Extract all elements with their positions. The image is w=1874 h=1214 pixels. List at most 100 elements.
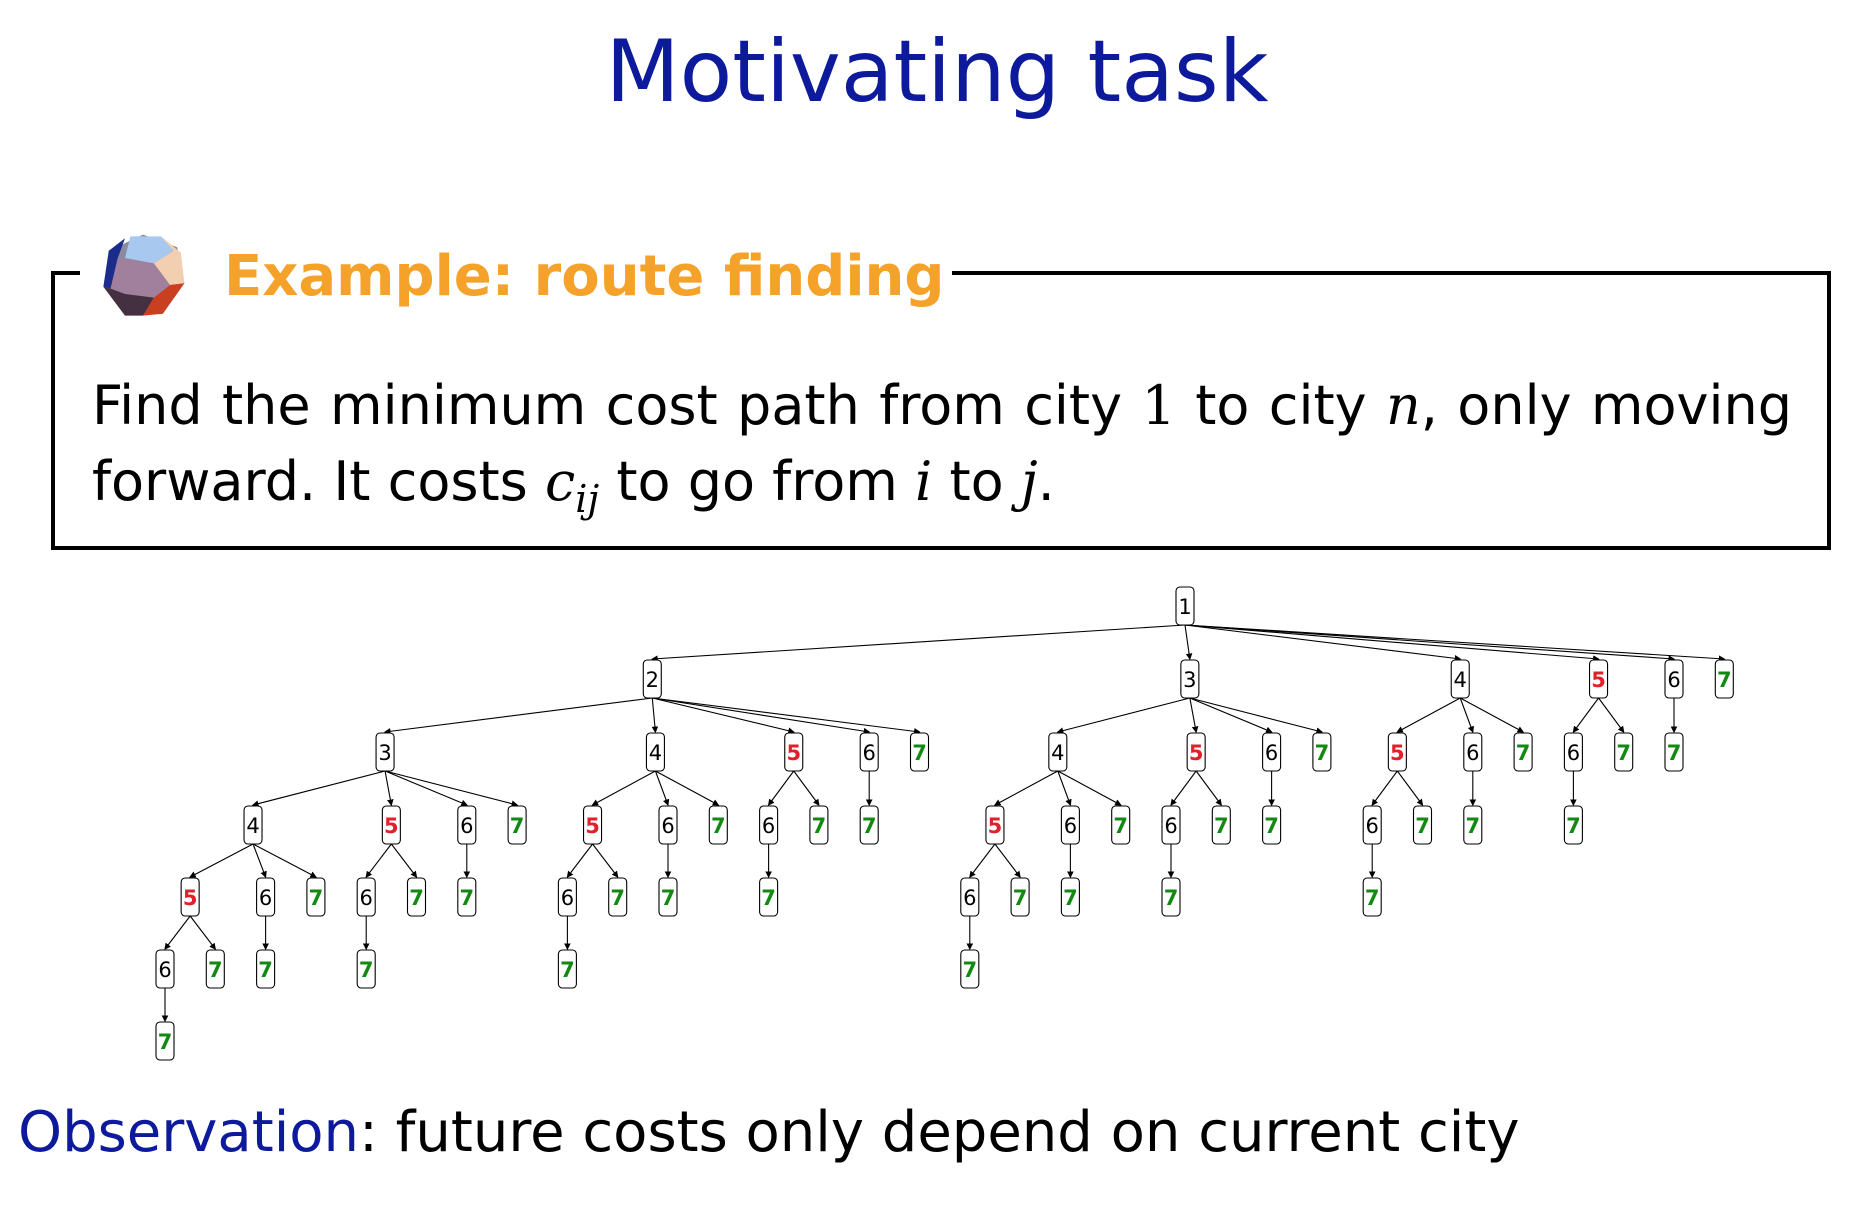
tree-node-label: 4: [1051, 741, 1064, 765]
tree-node-label: 6: [1667, 668, 1680, 692]
tree-node-label: 6: [158, 958, 171, 982]
tree-node-7: 7: [155, 1021, 175, 1061]
tree-node-7: 7: [507, 805, 527, 845]
tree-edge: [252, 843, 267, 879]
text-segment: Find the minimum cost path from city: [92, 374, 1142, 437]
tree-node-label: 7: [1113, 814, 1128, 838]
tree-node-7: 7: [457, 877, 477, 917]
tree-node-label: 7: [1415, 814, 1430, 838]
tree-node-7: 7: [960, 949, 980, 989]
tree-edge: [652, 697, 871, 735]
tree-node-6: 6: [256, 877, 276, 917]
tree-node-label: 7: [1214, 814, 1229, 838]
tree-node-label: 4: [649, 741, 662, 765]
tree-node-label: 7: [258, 958, 273, 982]
math-i: i: [915, 450, 933, 513]
tree-node-label: 7: [459, 886, 474, 910]
tree-node-label: 6: [1366, 814, 1379, 838]
tree-node-label: 7: [812, 814, 827, 838]
tree-node-7: 7: [1412, 805, 1433, 845]
tree-edge: [189, 915, 216, 950]
tree-edge: [1598, 697, 1625, 733]
tree-edge: [651, 624, 1186, 662]
tree-node-label: 5: [1591, 668, 1606, 692]
tree-node-label: 7: [1717, 668, 1732, 692]
tree-edge: [1572, 697, 1599, 733]
tree-edge: [793, 770, 820, 806]
tree-node-label: 5: [384, 814, 399, 838]
tree-node-label: 7: [962, 958, 977, 982]
tree-node-6: 6: [1463, 732, 1483, 772]
tree-node-label: 5: [1390, 741, 1405, 765]
tree-edge: [1184, 624, 1600, 662]
tree-node-label: 6: [963, 886, 976, 910]
tree-edge: [1396, 697, 1461, 733]
tree-edge: [1057, 770, 1122, 806]
tree-node-6: 6: [1362, 805, 1382, 845]
tree-edge: [591, 770, 656, 806]
tree-node-7: 7: [1161, 877, 1181, 917]
tree-node-7: 7: [809, 805, 829, 845]
tree-node-7: 7: [1111, 805, 1131, 845]
tree-node-4: 4: [1450, 659, 1470, 699]
tree-node-label: 6: [762, 814, 775, 838]
tree-node-label: 2: [646, 668, 659, 692]
tree-node-label: 7: [1264, 814, 1279, 838]
tree-node-6: 6: [1161, 805, 1181, 845]
tree-node-4: 4: [243, 805, 263, 845]
tree-node-label: 7: [912, 741, 927, 765]
tree-node-7: 7: [306, 877, 326, 917]
math-one: 1: [1141, 374, 1176, 437]
tree-node-label: 6: [1466, 741, 1479, 765]
tree-edge: [1195, 770, 1222, 806]
tree-edge: [592, 843, 619, 878]
tree-node-label: 6: [661, 814, 674, 838]
tree-edge: [1189, 697, 1323, 734]
tree-node-6: 6: [1060, 805, 1080, 845]
tree-node-6: 6: [759, 805, 779, 845]
tree-node-label: 4: [246, 814, 259, 838]
tree-node-7: 7: [759, 877, 779, 917]
text-segment: .: [1037, 450, 1055, 513]
tree-edge: [652, 697, 795, 734]
tree-node-label: 7: [761, 886, 776, 910]
tree-node-label: 7: [1063, 886, 1078, 910]
example-text: Find the minimum cost path from city 1 t…: [92, 368, 1792, 537]
tree-node-label: 7: [1465, 814, 1480, 838]
tree-node-7: 7: [1714, 659, 1734, 699]
tree-edge: [384, 770, 468, 806]
tree-edge: [1184, 624, 1462, 662]
tree-node-label: 7: [711, 814, 726, 838]
tree-node-6: 6: [960, 877, 980, 917]
tree-node-6: 6: [457, 805, 477, 845]
tree-node-label: 7: [1365, 886, 1380, 910]
tree-edge: [1459, 697, 1474, 734]
tree-edge: [993, 770, 1059, 806]
tree-edge: [252, 843, 317, 878]
tree-node-7: 7: [1060, 877, 1080, 917]
tree-node-label: 6: [863, 741, 876, 765]
tree-node-7: 7: [406, 877, 427, 917]
tree-node-7: 7: [1211, 805, 1231, 845]
tree-edge: [384, 770, 519, 807]
tree-node-label: 7: [1315, 741, 1330, 765]
tree-node-label: 5: [183, 886, 198, 910]
tree-node-7: 7: [1262, 805, 1282, 845]
tree-node-label: 7: [1566, 814, 1581, 838]
tree-edge: [1170, 770, 1197, 806]
tree-node-7: 7: [256, 949, 276, 989]
tree-node-label: 4: [1454, 668, 1467, 692]
tree-edge: [1396, 770, 1424, 806]
tree-node-7: 7: [608, 877, 628, 917]
tree-node-7: 7: [1362, 877, 1382, 917]
tree-edge: [655, 770, 720, 806]
tree-edge: [1189, 697, 1273, 733]
tree-node-5: 5: [582, 805, 603, 845]
tree-node-label: 7: [1164, 886, 1179, 910]
tree-node-7: 7: [1463, 805, 1483, 845]
tree-node-label: 6: [360, 886, 373, 910]
tree-node-label: 6: [259, 886, 272, 910]
math-j: j: [1020, 450, 1038, 513]
tree-node-label: 7: [610, 886, 625, 910]
tree-edge: [767, 770, 795, 806]
